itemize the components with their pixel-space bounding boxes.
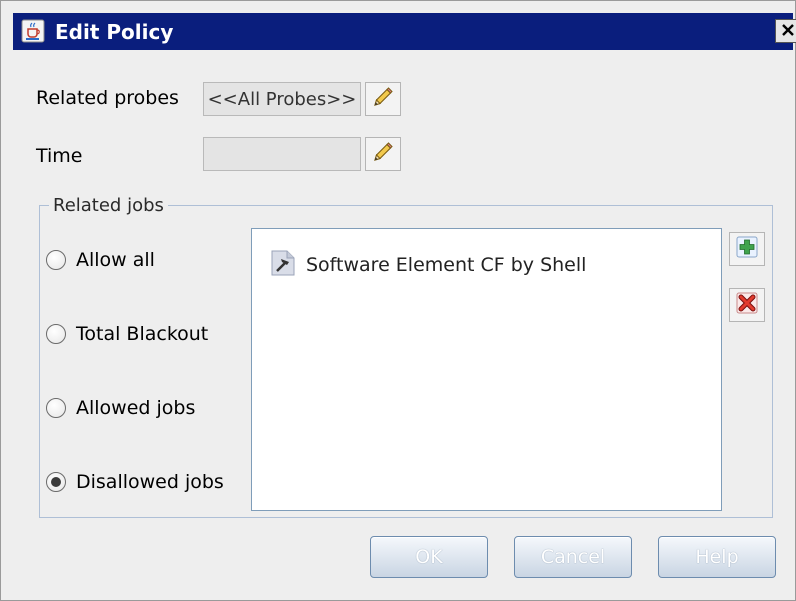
- radio-allow-all[interactable]: Allow all: [46, 245, 286, 275]
- radio-selected-dot: [51, 477, 61, 487]
- window-title: Edit Policy: [55, 20, 174, 44]
- edit-time-button[interactable]: [365, 137, 401, 171]
- red-x-icon: [735, 291, 759, 319]
- list-item[interactable]: Software Element CF by Shell: [270, 249, 586, 281]
- job-label: Software Element CF by Shell: [306, 254, 587, 276]
- time-field: [203, 137, 361, 171]
- radio-circle[interactable]: [46, 250, 66, 270]
- related-jobs-title: Related jobs: [49, 195, 168, 216]
- edit-policy-dialog: Edit Policy Related probes <<All Probes>…: [0, 0, 796, 601]
- help-button[interactable]: Help: [658, 536, 776, 578]
- related-probes-label: Related probes: [36, 87, 179, 109]
- remove-job-button[interactable]: [729, 288, 765, 322]
- radio-circle[interactable]: [46, 324, 66, 344]
- related-probes-field: <<All Probes>>: [203, 82, 361, 116]
- add-job-button[interactable]: [729, 232, 765, 266]
- radio-total-blackout[interactable]: Total Blackout: [46, 319, 286, 349]
- title-bar[interactable]: Edit Policy: [13, 13, 796, 50]
- close-icon: [781, 22, 795, 41]
- pencil-icon: [371, 85, 395, 113]
- java-cup-icon: [21, 19, 45, 43]
- radio-allowed-jobs[interactable]: Allowed jobs: [46, 393, 286, 423]
- ok-button[interactable]: OK: [370, 536, 488, 578]
- radio-circle[interactable]: [46, 398, 66, 418]
- time-label: Time: [36, 145, 83, 167]
- radio-label: Disallowed jobs: [76, 471, 224, 493]
- radio-label: Allowed jobs: [76, 397, 196, 419]
- radio-circle[interactable]: [46, 472, 66, 492]
- jobs-list[interactable]: Software Element CF by Shell: [251, 228, 722, 511]
- radio-label: Total Blackout: [76, 323, 209, 345]
- plus-icon: [735, 235, 759, 263]
- pencil-icon: [371, 140, 395, 168]
- job-hammer-icon: [270, 249, 296, 281]
- close-button[interactable]: [775, 19, 796, 43]
- cancel-button[interactable]: Cancel: [514, 536, 632, 578]
- radio-disallowed-jobs[interactable]: Disallowed jobs: [46, 467, 286, 497]
- edit-probes-button[interactable]: [365, 82, 401, 116]
- radio-label: Allow all: [76, 249, 155, 271]
